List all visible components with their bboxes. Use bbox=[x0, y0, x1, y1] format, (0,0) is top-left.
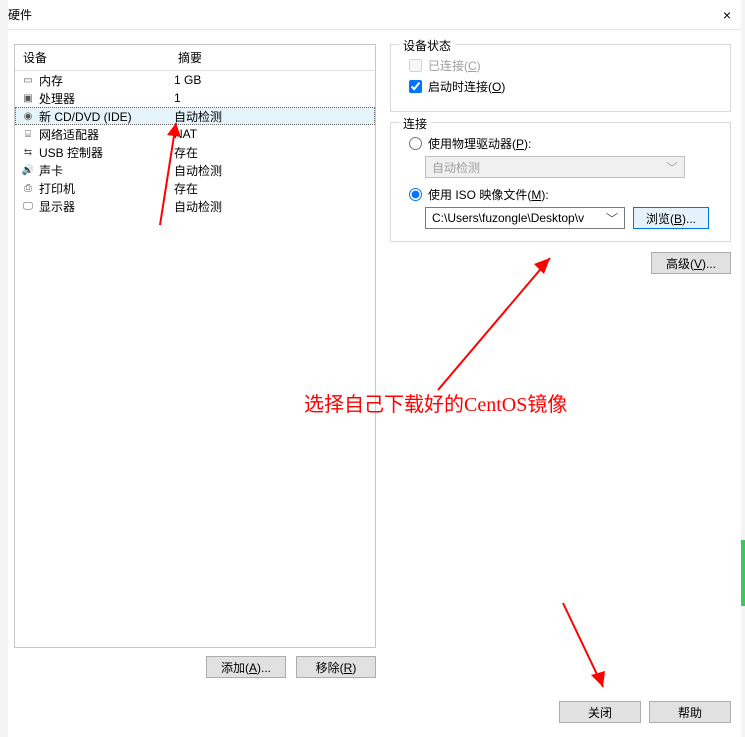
iso-path-row: C:\Users\fuzongle\Desktop\v ﹀ 浏览(B)... bbox=[425, 207, 720, 229]
device-summary: NAT bbox=[170, 127, 375, 141]
device-name: 处理器 bbox=[39, 90, 75, 107]
device-name: 内存 bbox=[39, 72, 63, 89]
content-area: 设备 摘要 ▭ 内存 1 GB ▣ 处理器 1 ◉ 新 CD/DVD (IDE) 自动检测 ⌸ 网络… bbox=[0, 30, 745, 678]
remove-button[interactable]: 移除(R) bbox=[296, 656, 376, 678]
device-name: 打印机 bbox=[39, 180, 75, 197]
connected-label: 已连接(C) bbox=[428, 57, 481, 74]
remove-button-label: 移除(R) bbox=[316, 659, 357, 676]
cpu-icon: ▣ bbox=[21, 91, 35, 105]
header-summary: 摘要 bbox=[170, 45, 375, 70]
help-button[interactable]: 帮助 bbox=[649, 701, 731, 723]
device-row[interactable]: ▭ 内存 1 GB bbox=[15, 71, 375, 89]
chevron-down-icon: ﹀ bbox=[666, 159, 678, 176]
add-button[interactable]: 添加(A)... bbox=[206, 656, 286, 678]
physical-drive-radio[interactable] bbox=[409, 137, 422, 150]
connection-group: 连接 使用物理驱动器(P): 自动检测 ﹀ 使用 ISO 映像文件(M): C:… bbox=[390, 122, 731, 242]
connect-at-poweron-row[interactable]: 启动时连接(O) bbox=[409, 78, 720, 95]
device-status-legend: 设备状态 bbox=[399, 37, 455, 54]
background-green-strip bbox=[741, 540, 745, 606]
device-list-header: 设备 摘要 bbox=[15, 45, 375, 71]
device-summary: 存在 bbox=[170, 144, 375, 161]
iso-path-value: C:\Users\fuzongle\Desktop\v bbox=[432, 211, 584, 225]
printer-icon: ⎙ bbox=[21, 181, 35, 195]
device-name: USB 控制器 bbox=[39, 144, 103, 161]
close-icon[interactable]: × bbox=[717, 7, 737, 23]
sound-icon: 🔊 bbox=[21, 163, 35, 177]
device-summary: 存在 bbox=[170, 180, 375, 197]
network-icon: ⌸ bbox=[21, 127, 35, 141]
iso-path-combo[interactable]: C:\Users\fuzongle\Desktop\v ﹀ bbox=[425, 207, 625, 229]
left-pane: 设备 摘要 ▭ 内存 1 GB ▣ 处理器 1 ◉ 新 CD/DVD (IDE) 自动检测 ⌸ 网络… bbox=[14, 44, 376, 678]
device-list: 设备 摘要 ▭ 内存 1 GB ▣ 处理器 1 ◉ 新 CD/DVD (IDE) 自动检测 ⌸ 网络… bbox=[14, 44, 376, 648]
iso-file-label: 使用 ISO 映像文件(M): bbox=[428, 186, 549, 203]
background-strip-left bbox=[0, 0, 8, 737]
device-row[interactable]: ⇆ USB 控制器 存在 bbox=[15, 143, 375, 161]
connected-checkbox bbox=[409, 59, 422, 72]
device-status-group: 设备状态 已连接(C) 启动时连接(O) bbox=[390, 44, 731, 112]
physical-drive-radio-row[interactable]: 使用物理驱动器(P): bbox=[409, 135, 720, 152]
disc-icon: ◉ bbox=[21, 109, 35, 123]
connection-legend: 连接 bbox=[399, 115, 431, 132]
footer-buttons: 关闭 帮助 bbox=[559, 701, 731, 723]
physical-drive-select-wrap: 自动检测 ﹀ bbox=[425, 156, 720, 178]
device-name: 新 CD/DVD (IDE) bbox=[39, 108, 132, 125]
add-button-label: 添加(A)... bbox=[221, 659, 271, 676]
device-row[interactable]: ⌸ 网络适配器 NAT bbox=[15, 125, 375, 143]
device-row[interactable]: ▣ 处理器 1 bbox=[15, 89, 375, 107]
iso-file-radio-row[interactable]: 使用 ISO 映像文件(M): bbox=[409, 186, 720, 203]
browse-button-label: 浏览(B)... bbox=[646, 210, 696, 227]
device-row[interactable]: 🔊 声卡 自动检测 bbox=[15, 161, 375, 179]
device-row[interactable]: ◉ 新 CD/DVD (IDE) 自动检测 bbox=[15, 107, 375, 125]
iso-file-radio[interactable] bbox=[409, 188, 422, 201]
advanced-button[interactable]: 高级(V)... bbox=[651, 252, 731, 274]
device-row[interactable]: 🖵 显示器 自动检测 bbox=[15, 197, 375, 215]
physical-drive-label: 使用物理驱动器(P): bbox=[428, 135, 531, 152]
memory-icon: ▭ bbox=[21, 73, 35, 87]
device-name: 声卡 bbox=[39, 162, 63, 179]
device-summary: 自动检测 bbox=[170, 162, 375, 179]
device-row[interactable]: ⎙ 打印机 存在 bbox=[15, 179, 375, 197]
connected-checkbox-row: 已连接(C) bbox=[409, 57, 720, 74]
physical-drive-select: 自动检测 ﹀ bbox=[425, 156, 685, 178]
background-strip-right bbox=[741, 0, 745, 737]
left-buttons: 添加(A)... 移除(R) bbox=[14, 656, 376, 678]
header-device: 设备 bbox=[15, 45, 170, 70]
device-summary: 自动检测 bbox=[170, 108, 375, 125]
advanced-button-label: 高级(V)... bbox=[666, 255, 716, 272]
window-title: 硬件 bbox=[8, 6, 32, 23]
display-icon: 🖵 bbox=[21, 199, 35, 213]
usb-icon: ⇆ bbox=[21, 145, 35, 159]
device-summary: 1 GB bbox=[170, 73, 375, 87]
right-pane: 设备状态 已连接(C) 启动时连接(O) 连接 使用物理驱动器(P): 自动检测… bbox=[390, 44, 731, 678]
physical-drive-value: 自动检测 bbox=[432, 159, 480, 176]
chevron-down-icon[interactable]: ﹀ bbox=[606, 210, 618, 227]
connect-at-poweron-checkbox[interactable] bbox=[409, 80, 422, 93]
close-button[interactable]: 关闭 bbox=[559, 701, 641, 723]
title-bar: 硬件 × bbox=[0, 0, 745, 30]
device-name: 网络适配器 bbox=[39, 126, 99, 143]
device-summary: 自动检测 bbox=[170, 198, 375, 215]
device-summary: 1 bbox=[170, 91, 375, 105]
device-name: 显示器 bbox=[39, 198, 75, 215]
advanced-row: 高级(V)... bbox=[390, 252, 731, 274]
connect-at-poweron-label: 启动时连接(O) bbox=[428, 78, 505, 95]
browse-button[interactable]: 浏览(B)... bbox=[633, 207, 709, 229]
